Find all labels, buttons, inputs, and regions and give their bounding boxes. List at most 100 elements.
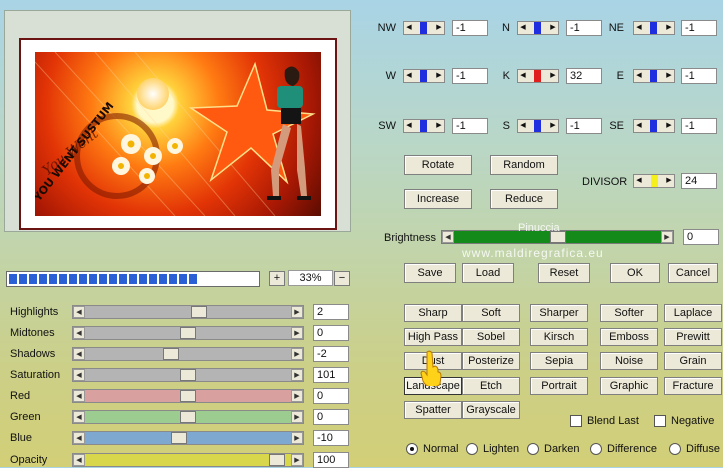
dir-s-value[interactable]: -1 xyxy=(566,118,602,134)
dir-k-spinner-thumb[interactable] xyxy=(534,70,541,82)
blend-difference-radio[interactable] xyxy=(590,443,602,455)
blue-right-arrow-icon[interactable]: ▶ xyxy=(291,432,303,444)
dir-e-decrease-arrow-icon[interactable]: ◀ xyxy=(634,70,644,82)
dir-sw-value[interactable]: -1 xyxy=(452,118,488,134)
divisor-decrease-arrow-icon[interactable]: ◀ xyxy=(634,175,644,187)
load-button[interactable]: Load xyxy=(462,263,514,283)
highlights-right-arrow-icon[interactable]: ▶ xyxy=(291,306,303,318)
green-right-arrow-icon[interactable]: ▶ xyxy=(291,411,303,423)
saturation-left-arrow-icon[interactable]: ◀ xyxy=(73,369,85,381)
filter-fracture-button[interactable]: Fracture xyxy=(664,377,722,395)
midtones-value[interactable]: 0 xyxy=(313,325,349,341)
filter-sharper-button[interactable]: Sharper xyxy=(530,304,588,322)
saturation-slider-thumb[interactable] xyxy=(180,369,196,381)
midtones-slider-thumb[interactable] xyxy=(180,327,196,339)
filter-grayscale-button[interactable]: Grayscale xyxy=(462,401,520,419)
shadows-slider[interactable]: ◀ ▶ xyxy=(72,347,304,361)
opacity-slider[interactable]: ◀ ▶ xyxy=(72,453,304,467)
divisor-spinner-thumb[interactable] xyxy=(651,175,658,187)
green-slider[interactable]: ◀ ▶ xyxy=(72,410,304,424)
dir-ne-spinner-thumb[interactable] xyxy=(650,22,657,34)
filter-high-pass-button[interactable]: High Pass xyxy=(404,328,462,346)
dir-se-spinner[interactable]: ◀ ▶ xyxy=(633,119,675,133)
opacity-value[interactable]: 100 xyxy=(313,452,349,468)
shadows-slider-thumb[interactable] xyxy=(163,348,179,360)
opacity-slider-thumb[interactable] xyxy=(269,454,285,466)
saturation-value[interactable]: 101 xyxy=(313,367,349,383)
dir-w-decrease-arrow-icon[interactable]: ◀ xyxy=(404,70,414,82)
green-left-arrow-icon[interactable]: ◀ xyxy=(73,411,85,423)
dir-sw-decrease-arrow-icon[interactable]: ◀ xyxy=(404,120,414,132)
midtones-left-arrow-icon[interactable]: ◀ xyxy=(73,327,85,339)
dir-k-increase-arrow-icon[interactable]: ▶ xyxy=(548,70,558,82)
dir-se-increase-arrow-icon[interactable]: ▶ xyxy=(664,120,674,132)
reset-button[interactable]: Reset xyxy=(538,263,590,283)
blue-slider[interactable]: ◀ ▶ xyxy=(72,431,304,445)
dir-s-increase-arrow-icon[interactable]: ▶ xyxy=(548,120,558,132)
blue-slider-thumb[interactable] xyxy=(171,432,187,444)
cancel-button[interactable]: Cancel xyxy=(668,263,718,283)
filter-sharp-button[interactable]: Sharp xyxy=(404,304,462,322)
dir-e-increase-arrow-icon[interactable]: ▶ xyxy=(664,70,674,82)
save-button[interactable]: Save xyxy=(404,263,456,283)
increase-button[interactable]: Increase xyxy=(404,189,472,209)
dir-n-increase-arrow-icon[interactable]: ▶ xyxy=(548,22,558,34)
dir-ne-value[interactable]: -1 xyxy=(681,20,717,36)
filter-prewitt-button[interactable]: Prewitt xyxy=(664,328,722,346)
midtones-right-arrow-icon[interactable]: ▶ xyxy=(291,327,303,339)
ok-button[interactable]: OK xyxy=(610,263,660,283)
dir-nw-value[interactable]: -1 xyxy=(452,20,488,36)
blue-value[interactable]: -10 xyxy=(313,430,349,446)
filter-spatter-button[interactable]: Spatter xyxy=(404,401,462,419)
dir-w-value[interactable]: -1 xyxy=(452,68,488,84)
brightness-right-arrow-icon[interactable]: ▶ xyxy=(661,231,673,243)
red-left-arrow-icon[interactable]: ◀ xyxy=(73,390,85,402)
shadows-right-arrow-icon[interactable]: ▶ xyxy=(291,348,303,360)
dir-nw-decrease-arrow-icon[interactable]: ◀ xyxy=(404,22,414,34)
dir-se-spinner-thumb[interactable] xyxy=(650,120,657,132)
highlights-slider[interactable]: ◀ ▶ xyxy=(72,305,304,319)
zoom-out-button[interactable]: − xyxy=(334,271,350,286)
dir-w-increase-arrow-icon[interactable]: ▶ xyxy=(434,70,444,82)
divisor-increase-arrow-icon[interactable]: ▶ xyxy=(664,175,674,187)
dir-n-decrease-arrow-icon[interactable]: ◀ xyxy=(518,22,528,34)
dir-e-value[interactable]: -1 xyxy=(681,68,717,84)
dir-w-spinner-thumb[interactable] xyxy=(420,70,427,82)
red-right-arrow-icon[interactable]: ▶ xyxy=(291,390,303,402)
filter-etch-button[interactable]: Etch xyxy=(462,377,520,395)
filter-softer-button[interactable]: Softer xyxy=(600,304,658,322)
filter-sobel-button[interactable]: Sobel xyxy=(462,328,520,346)
dir-s-spinner-thumb[interactable] xyxy=(534,120,541,132)
dir-ne-spinner[interactable]: ◀ ▶ xyxy=(633,21,675,35)
dir-nw-spinner-thumb[interactable] xyxy=(420,22,427,34)
red-slider[interactable]: ◀ ▶ xyxy=(72,389,304,403)
rotate-button[interactable]: Rotate xyxy=(404,155,472,175)
filter-posterize-button[interactable]: Posterize xyxy=(462,352,520,370)
filter-graphic-button[interactable]: Graphic xyxy=(600,377,658,395)
opacity-left-arrow-icon[interactable]: ◀ xyxy=(73,454,85,466)
negative-checkbox[interactable] xyxy=(654,415,666,427)
divisor-value[interactable]: 24 xyxy=(681,173,717,189)
zoom-progress-bar[interactable] xyxy=(6,271,260,287)
dir-k-value[interactable]: 32 xyxy=(566,68,602,84)
dir-k-spinner[interactable]: ◀ ▶ xyxy=(517,69,559,83)
highlights-value[interactable]: 2 xyxy=(313,304,349,320)
dir-ne-decrease-arrow-icon[interactable]: ◀ xyxy=(634,22,644,34)
dir-k-decrease-arrow-icon[interactable]: ◀ xyxy=(518,70,528,82)
shadows-left-arrow-icon[interactable]: ◀ xyxy=(73,348,85,360)
brightness-left-arrow-icon[interactable]: ◀ xyxy=(442,231,454,243)
filter-soft-button[interactable]: Soft xyxy=(462,304,520,322)
dir-ne-increase-arrow-icon[interactable]: ▶ xyxy=(664,22,674,34)
dir-e-spinner-thumb[interactable] xyxy=(650,70,657,82)
highlights-slider-thumb[interactable] xyxy=(191,306,207,318)
saturation-right-arrow-icon[interactable]: ▶ xyxy=(291,369,303,381)
blend-normal-radio[interactable] xyxy=(406,443,418,455)
dir-e-spinner[interactable]: ◀ ▶ xyxy=(633,69,675,83)
random-button[interactable]: Random xyxy=(490,155,558,175)
midtones-slider[interactable]: ◀ ▶ xyxy=(72,326,304,340)
dir-n-spinner[interactable]: ◀ ▶ xyxy=(517,21,559,35)
red-slider-thumb[interactable] xyxy=(180,390,196,402)
brightness-value[interactable]: 0 xyxy=(683,229,719,245)
dir-sw-spinner[interactable]: ◀ ▶ xyxy=(403,119,445,133)
blend-darken-radio[interactable] xyxy=(527,443,539,455)
